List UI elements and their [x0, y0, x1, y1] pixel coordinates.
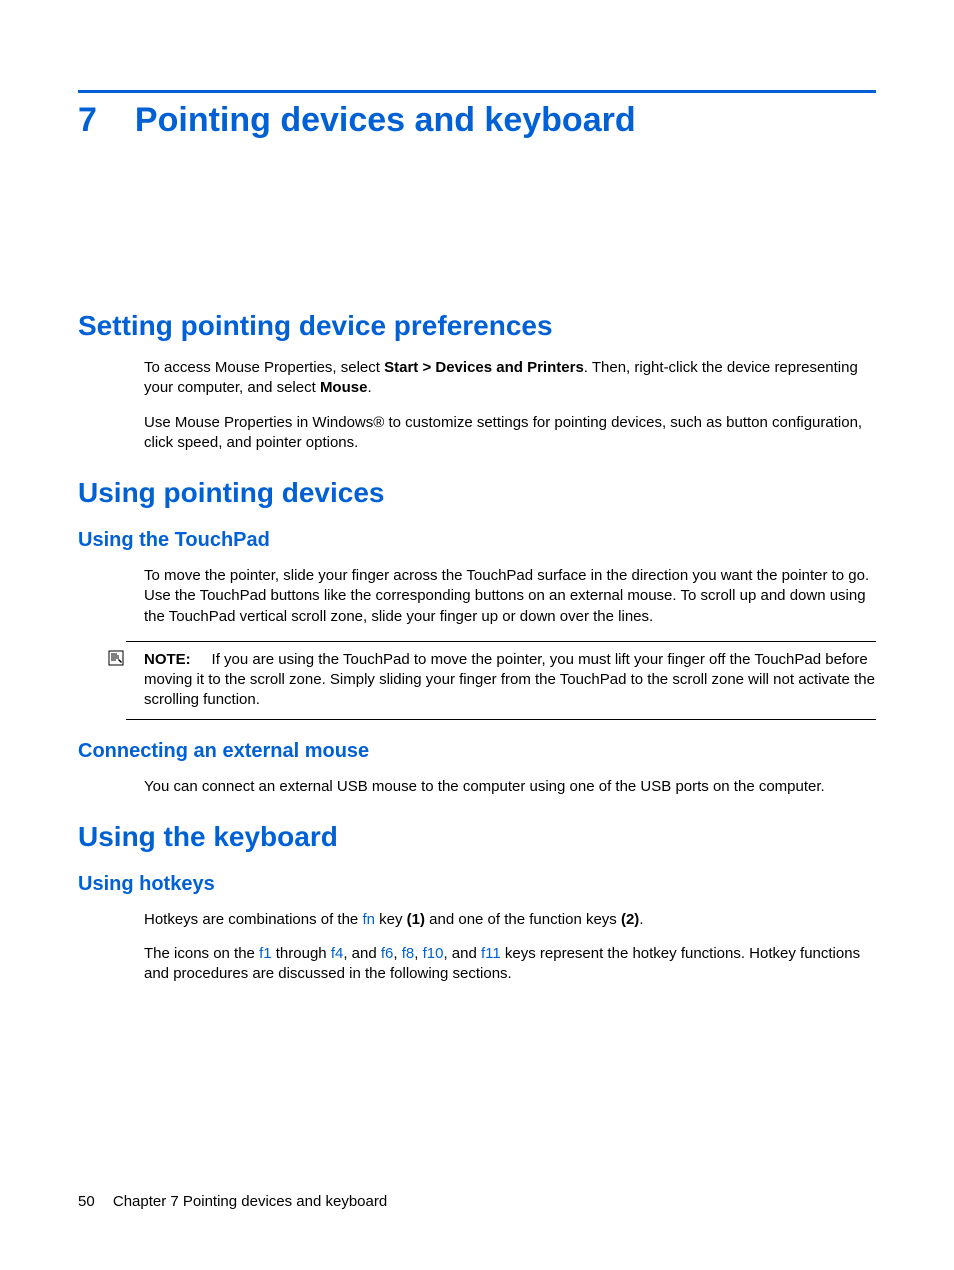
text: ,	[393, 945, 401, 962]
paragraph: You can connect an external USB mouse to…	[144, 777, 876, 797]
text: Hotkeys are combinations of the	[144, 911, 362, 928]
note-block: NOTE: If you are using the TouchPad to m…	[126, 641, 876, 720]
page-footer: 50 Chapter 7 Pointing devices and keyboa…	[78, 1193, 387, 1210]
subsection-heading-external-mouse: Connecting an external mouse	[78, 740, 876, 763]
chapter-title-text: Pointing devices and keyboard	[135, 101, 636, 140]
note-body: If you are using the TouchPad to move th…	[144, 651, 875, 709]
text: The icons on the	[144, 945, 259, 962]
page-number: 50	[78, 1193, 95, 1210]
callout-number: (2)	[621, 911, 639, 928]
section-heading-keyboard: Using the keyboard	[78, 821, 876, 853]
text: key	[375, 911, 407, 928]
paragraph: Hotkeys are combinations of the fn key (…	[144, 910, 876, 930]
key-f11: f11	[481, 945, 501, 962]
text: .	[367, 379, 371, 396]
subsection-heading-hotkeys: Using hotkeys	[78, 873, 876, 896]
paragraph: The icons on the f1 through f4, and f6, …	[144, 944, 876, 985]
note-label: NOTE:	[144, 651, 191, 668]
section-heading-preferences: Setting pointing device preferences	[78, 310, 876, 342]
paragraph: To access Mouse Properties, select Start…	[144, 358, 876, 399]
text: , and	[443, 945, 481, 962]
footer-chapter-label: Chapter 7 Pointing devices and keyboard	[113, 1193, 387, 1210]
paragraph: Use Mouse Properties in Windows® to cust…	[144, 413, 876, 454]
text: .	[639, 911, 643, 928]
chapter-number: 7	[78, 101, 97, 140]
text: , and	[343, 945, 381, 962]
subsection-heading-touchpad: Using the TouchPad	[78, 529, 876, 552]
menu-item: Mouse	[320, 379, 368, 396]
key-f8: f8	[402, 945, 415, 962]
key-f6: f6	[381, 945, 394, 962]
note-icon	[108, 650, 124, 671]
key-fn: fn	[362, 911, 375, 928]
text: and one of the function keys	[425, 911, 621, 928]
section-heading-pointing-devices: Using pointing devices	[78, 477, 876, 509]
chapter-title: 7 Pointing devices and keyboard	[78, 101, 876, 140]
callout-number: (1)	[407, 911, 425, 928]
chapter-rule	[78, 90, 876, 93]
text: ,	[414, 945, 422, 962]
menu-path: Start > Devices and Printers	[384, 359, 584, 376]
key-f1: f1	[259, 945, 272, 962]
paragraph: To move the pointer, slide your finger a…	[144, 566, 876, 627]
key-f10: f10	[423, 945, 444, 962]
text: To access Mouse Properties, select	[144, 359, 384, 376]
text: through	[272, 945, 331, 962]
key-f4: f4	[331, 945, 344, 962]
